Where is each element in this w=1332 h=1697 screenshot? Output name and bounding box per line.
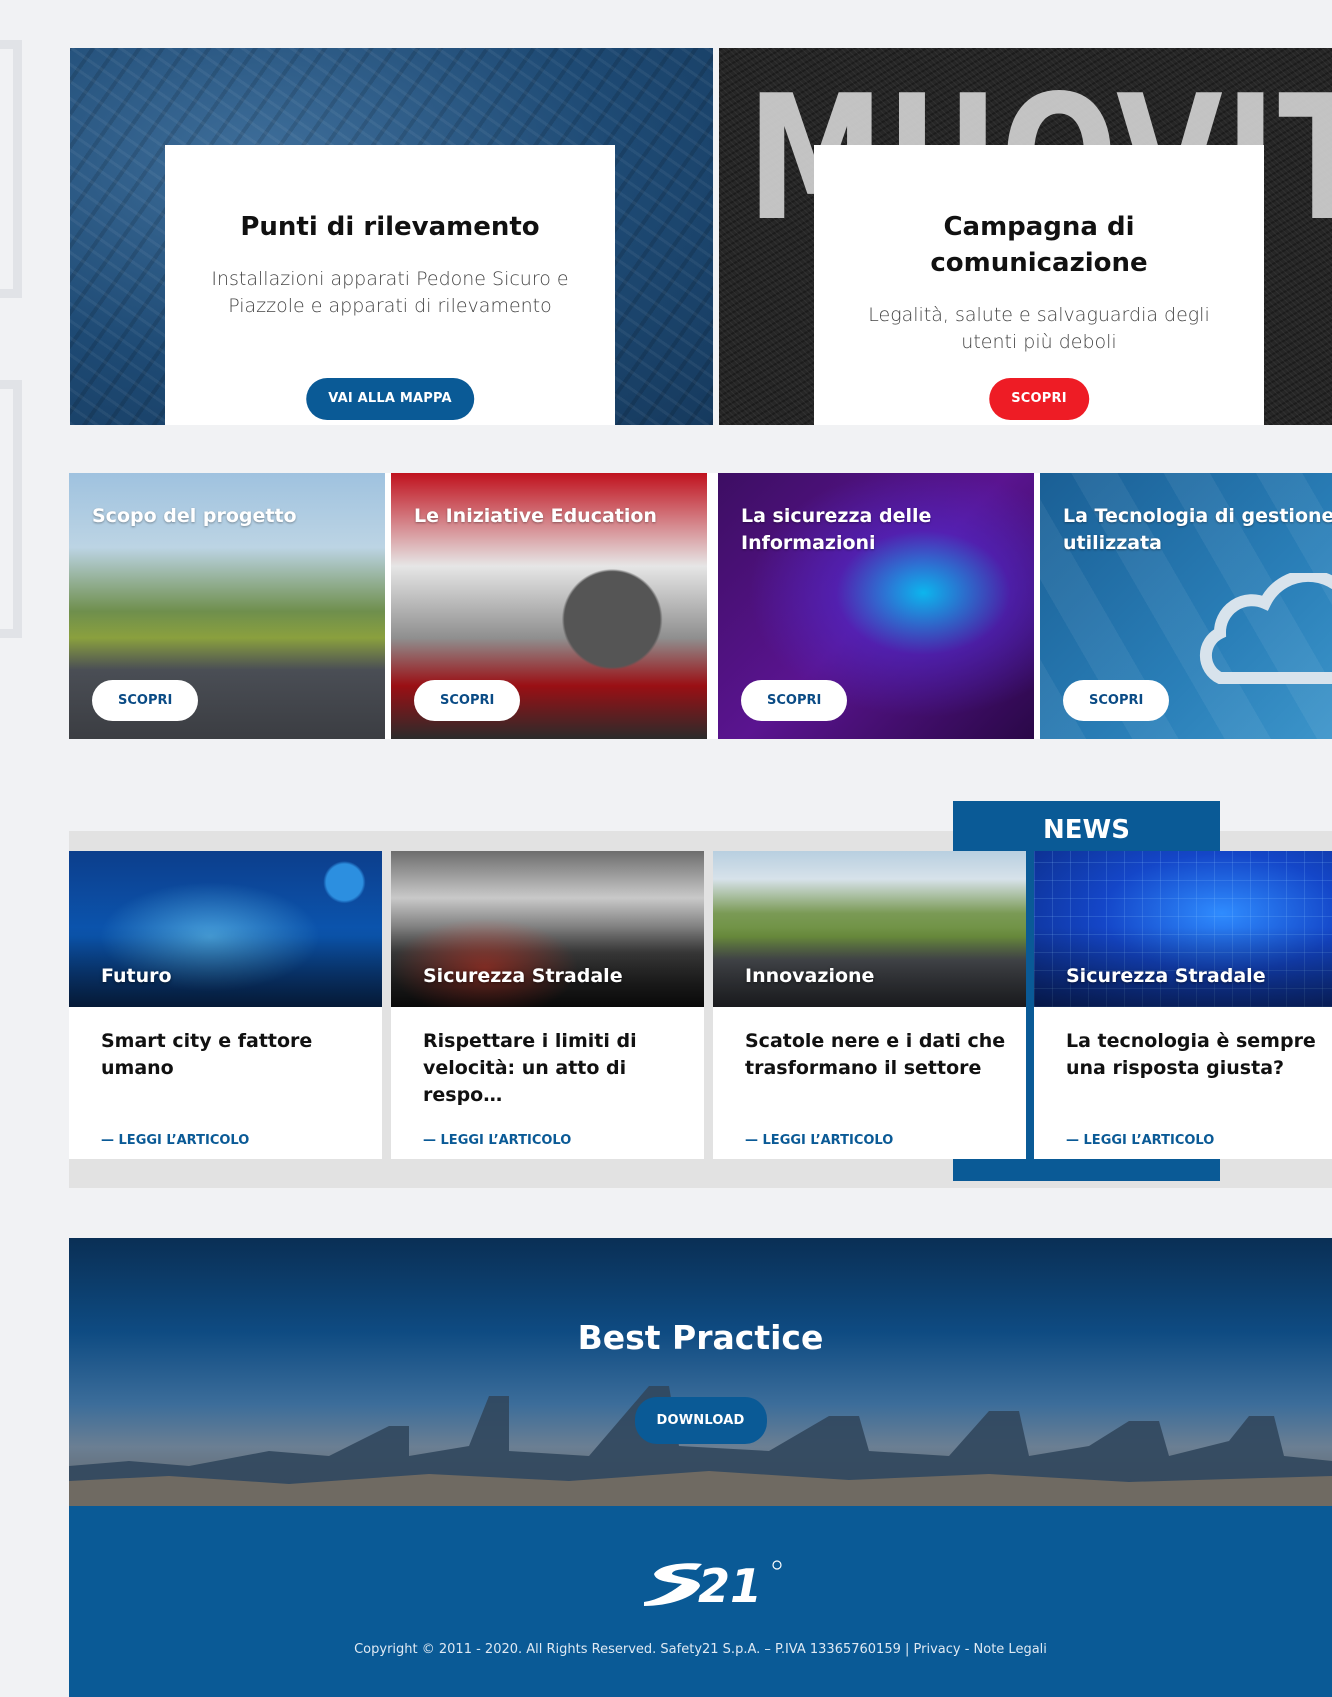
hero-card-rilevamento: Punti di rilevamento Installazioni appar… bbox=[70, 48, 713, 425]
safety21-logo: 21 bbox=[644, 1559, 782, 1608]
page-content: Punti di rilevamento Installazioni appar… bbox=[40, 15, 1332, 1697]
news-card[interactable]: Sicurezza Stradale La tecnologia è sempr… bbox=[1034, 851, 1332, 1159]
news-title[interactable]: Scatole nere e i dati che trasformano il… bbox=[745, 1028, 1006, 1082]
news-title[interactable]: Smart city e fattore umano bbox=[101, 1028, 362, 1082]
tile-scopo-progetto[interactable]: Scopo del progetto SCOPRI bbox=[69, 473, 385, 739]
tile-title: Scopo del progetto bbox=[92, 505, 297, 527]
news-image: Sicurezza Stradale bbox=[1034, 851, 1332, 1007]
tile-discover-button[interactable]: SCOPRI bbox=[92, 680, 199, 721]
map-button[interactable]: VAI ALLA MAPPA bbox=[306, 378, 474, 420]
news-card[interactable]: Sicurezza Stradale Rispettare i limiti d… bbox=[391, 851, 704, 1159]
hero-card-panel: Campagna di comunicazione Legalità, salu… bbox=[814, 145, 1264, 425]
tile-title: Le Iniziative Education bbox=[414, 505, 657, 527]
news-heading: NEWS bbox=[1043, 815, 1130, 845]
tile-iniziative-education[interactable]: Le Iniziative Education SCOPRI bbox=[391, 473, 707, 739]
news-image: Futuro bbox=[69, 851, 382, 1007]
tile-discover-button[interactable]: SCOPRI bbox=[741, 680, 848, 721]
news-card[interactable]: Innovazione Scatole nere e i dati che tr… bbox=[713, 851, 1026, 1159]
feature-tiles: Scopo del progetto SCOPRI Le Iniziative … bbox=[69, 473, 1332, 739]
cloud-icon bbox=[1199, 573, 1332, 684]
decorative-shape bbox=[0, 40, 22, 298]
best-practice-title: Best Practice bbox=[577, 1318, 824, 1357]
top-gutter bbox=[40, 0, 1332, 15]
news-image: Sicurezza Stradale bbox=[391, 851, 704, 1007]
hero-card-campagna: MUOVITI Campagna di comunicazione Legali… bbox=[719, 48, 1332, 425]
news-title[interactable]: La tecnologia è sempre una risposta gius… bbox=[1066, 1028, 1327, 1082]
discover-button[interactable]: SCOPRI bbox=[989, 378, 1089, 420]
read-article-link[interactable]: — LEGGI L’ARTICOLO bbox=[1066, 1133, 1214, 1148]
read-article-link[interactable]: — LEGGI L’ARTICOLO bbox=[101, 1133, 249, 1148]
copyright-text: Copyright © 2011 - 2020. All Rights Rese… bbox=[354, 1642, 1047, 1657]
hero-card-panel: Punti di rilevamento Installazioni appar… bbox=[165, 145, 615, 425]
tile-tecnologia-gestione[interactable]: La Tecnologia di gestione utilizzata SCO… bbox=[1040, 473, 1332, 739]
left-gutter bbox=[0, 0, 40, 1697]
hero-description: Installazioni apparati Pedone Sicuro e P… bbox=[211, 268, 569, 317]
section-divider bbox=[70, 425, 1332, 442]
news-category: Innovazione bbox=[745, 965, 875, 987]
read-article-link[interactable]: — LEGGI L’ARTICOLO bbox=[745, 1133, 893, 1148]
logo-text: 21 bbox=[698, 1559, 762, 1608]
tile-title: La sicurezza delle Informazioni bbox=[741, 505, 932, 554]
news-category: Sicurezza Stradale bbox=[423, 965, 623, 987]
hero-description: Legalità, salute e salvaguardia degli ut… bbox=[868, 304, 1210, 353]
download-button[interactable]: DOWNLOAD bbox=[634, 1397, 767, 1444]
tile-discover-button[interactable]: SCOPRI bbox=[414, 680, 521, 721]
news-title[interactable]: Rispettare i limiti di velocità: un atto… bbox=[423, 1028, 684, 1109]
best-practice-banner: Best Practice DOWNLOAD bbox=[69, 1238, 1332, 1506]
news-card[interactable]: Futuro Smart city e fattore umano — LEGG… bbox=[69, 851, 382, 1159]
read-article-link[interactable]: — LEGGI L’ARTICOLO bbox=[423, 1133, 571, 1148]
tile-sicurezza-informazioni[interactable]: La sicurezza delle Informazioni SCOPRI bbox=[718, 473, 1034, 739]
hero-title: Campagna di comunicazione bbox=[930, 212, 1148, 278]
tile-title: La Tecnologia di gestione utilizzata bbox=[1063, 505, 1332, 554]
decorative-shape bbox=[0, 380, 22, 638]
tile-discover-button[interactable]: SCOPRI bbox=[1063, 680, 1170, 721]
news-image: Innovazione bbox=[713, 851, 1026, 1007]
news-category: Sicurezza Stradale bbox=[1066, 965, 1266, 987]
news-category: Futuro bbox=[101, 965, 172, 987]
hero-title: Punti di rilevamento bbox=[240, 212, 540, 242]
footer: 21 Copyright © 2011 - 2020. All Rights R… bbox=[69, 1506, 1332, 1697]
